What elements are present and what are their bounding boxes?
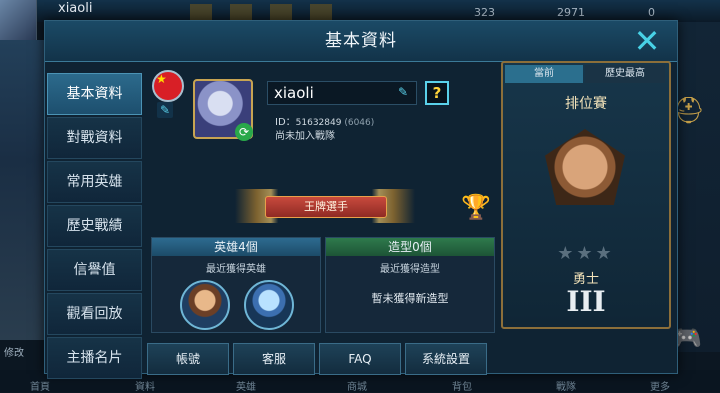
id-extra: (6046) <box>344 118 375 128</box>
player-id-row: ID：51632849 (6046) <box>275 113 374 128</box>
star-icon: ★ <box>156 72 167 86</box>
skins-card-title: 造型0個 <box>326 238 494 256</box>
background-bottom-tab: 資料 <box>135 382 155 393</box>
background-top-bar <box>0 0 720 22</box>
hero-portrait[interactable] <box>180 280 230 330</box>
background-bottom-tab: 英雄 <box>236 382 256 393</box>
rank-mode-label: 排位賽 <box>565 96 607 112</box>
background-stat: 0 <box>648 6 655 19</box>
trophy-icon[interactable]: 🏆 <box>461 193 491 221</box>
hero-portrait[interactable] <box>244 280 294 330</box>
background-bottom-tab: 背包 <box>452 382 472 393</box>
background-username: xiaoli <box>58 1 93 16</box>
nav-item-reputation[interactable]: 信譽值 <box>47 249 142 291</box>
heroes-card-subtitle: 最近獲得英雄 <box>206 264 266 275</box>
rank-title-label: 王牌選手 <box>265 196 387 218</box>
nav-item-basic-info[interactable]: 基本資料 <box>47 73 142 115</box>
close-button[interactable]: ✕ <box>629 23 665 59</box>
heroes-card-title: 英雄4個 <box>152 238 320 256</box>
background-bottom-tab: 戰隊 <box>556 382 576 393</box>
side-nav: 基本資料 對戰資料 常用英雄 歷史戰績 信譽值 觀看回放 主播名片 <box>45 61 143 379</box>
tab-current[interactable]: 當前 <box>505 65 583 83</box>
skins-card[interactable]: 造型0個 最近獲得造型 暫未獲得新造型 <box>325 237 495 333</box>
skins-empty-text: 暫未獲得新造型 <box>371 292 449 305</box>
background-avatar <box>0 0 37 40</box>
background-bottom-tab: 商城 <box>347 382 367 393</box>
swap-icon[interactable]: ⟳ <box>235 123 253 141</box>
nav-item-streamer-card[interactable]: 主播名片 <box>47 337 142 379</box>
rank-emblem-icon <box>545 129 625 205</box>
heroes-card[interactable]: 英雄4個 最近獲得英雄 <box>151 237 321 333</box>
background-left-panel <box>0 40 44 340</box>
background-left-label: 修改 <box>4 348 24 359</box>
support-button[interactable]: 客服 <box>233 343 315 375</box>
pencil-icon[interactable]: ✎ <box>398 85 408 99</box>
background-stat: 2971 <box>557 6 585 19</box>
background-bottom-tab: 首頁 <box>30 382 50 393</box>
close-icon: ✕ <box>633 22 661 60</box>
background-bottom-tab: 更多 <box>650 382 670 393</box>
help-button[interactable]: ? <box>425 81 449 105</box>
profile-area: ★ ✎ ⟳ xiaoli ✎ ? ID：51632849 (6046) 尚未加入… <box>145 65 497 225</box>
nav-item-common-heroes[interactable]: 常用英雄 <box>47 161 142 203</box>
rank-stars: ★★★ <box>557 243 615 264</box>
skins-card-subtitle: 最近獲得造型 <box>380 264 440 275</box>
dialog-header: 基本資料 ✕ <box>45 21 677 62</box>
faq-button[interactable]: FAQ <box>319 343 401 375</box>
background-stat: 323 <box>474 6 495 19</box>
player-name: xiaoli <box>274 84 314 102</box>
team-status: 尚未加入戰隊 <box>275 131 335 142</box>
nav-item-battle-data[interactable]: 對戰資料 <box>47 117 142 159</box>
nav-item-replay[interactable]: 觀看回放 <box>47 293 142 335</box>
china-flag-icon[interactable]: ★ <box>152 70 184 102</box>
background-crown-icons <box>190 4 350 20</box>
rank-title-badge[interactable]: 王牌選手 <box>235 189 415 223</box>
rank-division: III <box>566 285 606 318</box>
dialog-title: 基本資料 <box>325 31 397 51</box>
rank-panel: 當前 歷史最高 排位賽 ★★★ 勇士 III <box>501 61 671 329</box>
profile-dialog: 基本資料 ✕ 基本資料 對戰資料 常用英雄 歷史戰績 信譽值 觀看回放 主播名片… <box>44 20 678 379</box>
account-button[interactable]: 帳號 <box>147 343 229 375</box>
background-right-panel <box>676 22 720 352</box>
name-field[interactable]: xiaoli ✎ <box>267 81 417 105</box>
settings-button[interactable]: 系統設置 <box>405 343 487 375</box>
tab-historical-highest[interactable]: 歷史最高 <box>585 65 665 83</box>
pencil-icon[interactable]: ✎ <box>157 102 173 118</box>
nav-item-history[interactable]: 歷史戰績 <box>47 205 142 247</box>
